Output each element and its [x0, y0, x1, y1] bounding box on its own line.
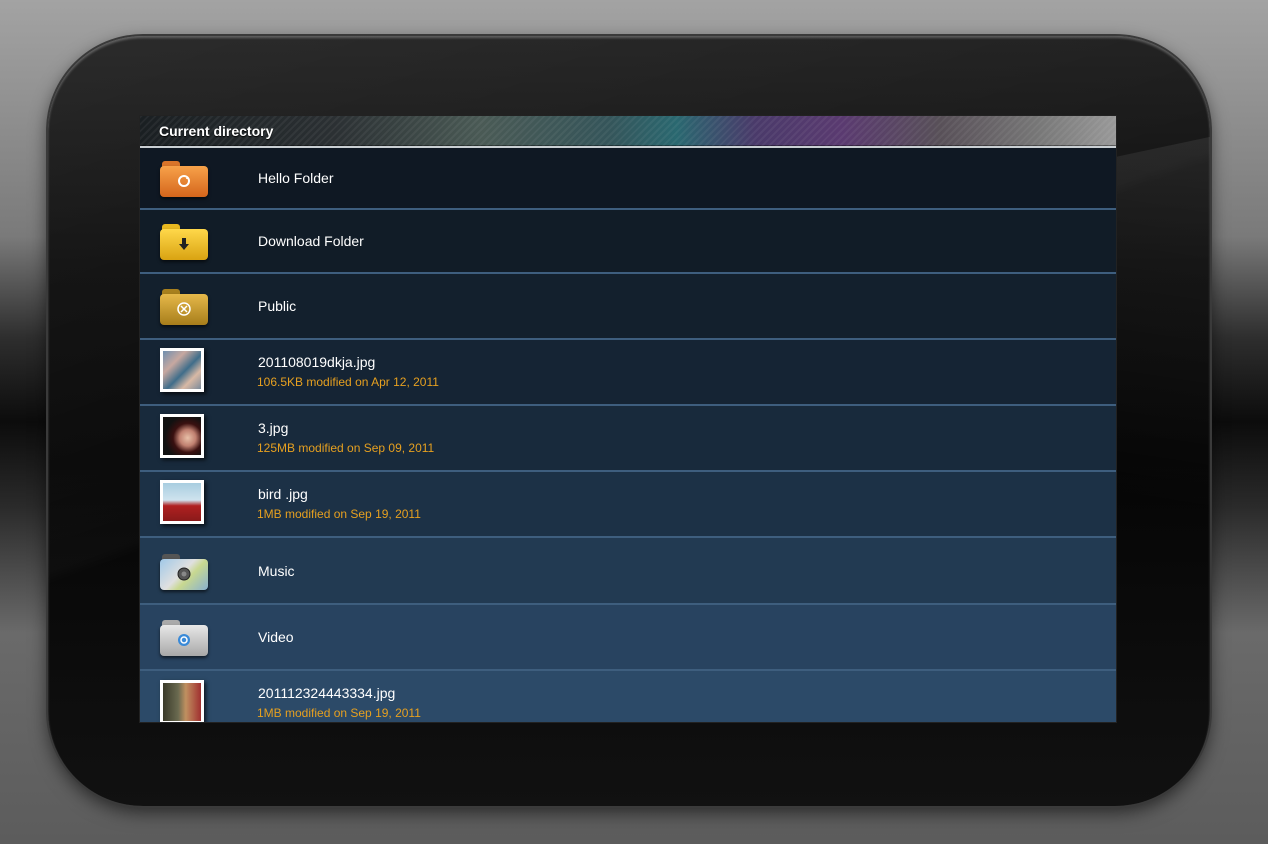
music-folder-icon [156, 546, 212, 596]
gold-public-folder-icon [156, 281, 212, 331]
item-meta: 125MB modified on Sep 09, 2011 [257, 441, 435, 455]
item-name: Download Folder [258, 233, 364, 249]
item-name: 201108019dkja.jpg [258, 354, 376, 370]
list-item-public[interactable]: Public [140, 274, 1116, 340]
list-item-photo-2[interactable]: 3.jpg 125MB modified on Sep 09, 2011 [140, 406, 1116, 472]
file-list: Hello Folder Download Folder Public 2011… [140, 148, 1116, 722]
photo-thumbnail-icon [156, 347, 212, 397]
item-name: Music [258, 562, 295, 579]
item-name: Public [258, 298, 297, 314]
photo-thumbnail-icon [156, 479, 212, 529]
item-meta: 1MB modified on Sep 19, 2011 [257, 507, 421, 521]
header-title: Current directory [159, 123, 274, 139]
item-name: bird .jpg [258, 486, 308, 502]
file-browser-screen: Current directory Hello Folder Download … [140, 116, 1116, 722]
item-meta: 1MB modified on Sep 19, 2011 [257, 706, 421, 720]
photo-thumbnail-icon [156, 413, 212, 463]
item-meta: 106.5KB modified on Apr 12, 2011 [257, 375, 439, 389]
item-name: 3.jpg [258, 420, 289, 436]
item-name: Hello Folder [258, 170, 334, 186]
directory-header: Current directory [140, 116, 1116, 148]
list-item-photo-4[interactable]: 201112324443334.jpg 1MB modified on Sep … [140, 671, 1116, 722]
list-item-photo-1[interactable]: 201108019dkja.jpg 106.5KB modified on Ap… [140, 340, 1116, 406]
list-item-download-folder[interactable]: Download Folder [140, 210, 1116, 274]
video-folder-icon [156, 612, 212, 662]
list-item-video[interactable]: Video [140, 605, 1116, 671]
item-name: Video [258, 629, 294, 645]
list-item-music[interactable]: Music [140, 538, 1116, 605]
photo-thumbnail-icon [156, 679, 212, 722]
yellow-download-folder-icon [156, 216, 212, 266]
item-name: 201112324443334.jpg [258, 685, 396, 701]
list-item-hello-folder[interactable]: Hello Folder [140, 148, 1116, 210]
orange-sync-folder-icon [156, 153, 212, 203]
list-item-photo-3[interactable]: bird .jpg 1MB modified on Sep 19, 2011 [140, 472, 1116, 538]
